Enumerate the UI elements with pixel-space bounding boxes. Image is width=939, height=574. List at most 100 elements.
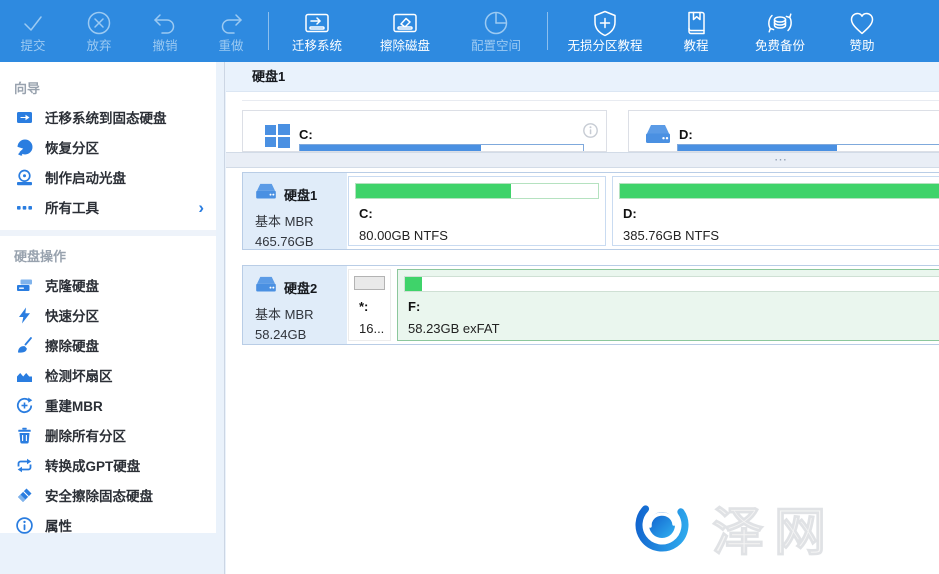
migrate-disk-icon: [302, 7, 332, 39]
watermark-text: 泽网: [712, 490, 836, 565]
sidebar-section-wizards: 向导 迁移系统到固态硬盘 恢复分区 制作启动光盘 所有工具 ›: [0, 62, 216, 222]
heart-icon: [847, 7, 877, 39]
usage-bar-fill: [678, 145, 837, 152]
sidebar-section-title: 硬盘操作: [0, 244, 216, 270]
partition-usage-fill: [620, 184, 939, 198]
sidebar-item-label: 制作启动光盘: [45, 167, 126, 187]
discard-button[interactable]: 放弃: [66, 0, 132, 62]
toolbar-separator: [547, 12, 548, 50]
shield-plus-icon: [590, 7, 620, 39]
cancel-icon: [84, 7, 114, 39]
delete-partitions-icon: [16, 427, 33, 444]
sidebar-item-clone-disk[interactable]: 克隆硬盘: [0, 270, 216, 300]
sidebar-item-convert-gpt[interactable]: 转换成GPT硬盘: [0, 450, 216, 480]
sidebar-item-wipe-hdd[interactable]: 擦除硬盘: [0, 330, 216, 360]
partition-label: C:: [359, 206, 373, 221]
toolbar-separator: [268, 12, 269, 50]
usage-bar: [299, 144, 584, 152]
sidebar-item-properties[interactable]: 属性: [0, 510, 216, 540]
disk-type: 基本 MBR: [255, 211, 347, 230]
migrate-os-icon: [16, 109, 33, 126]
discard-label: 放弃: [86, 39, 111, 54]
sidebar-item-label: 克隆硬盘: [45, 275, 99, 295]
partition-d[interactable]: D: 385.76GB NTFS: [612, 176, 939, 246]
sidebar-item-rebuild-mbr[interactable]: 重建MBR: [0, 390, 216, 420]
sidebar-item-label: 所有工具: [45, 197, 99, 217]
sidebar-item-delete-all-partitions[interactable]: 删除所有分区: [0, 420, 216, 450]
submit-button[interactable]: 提交: [0, 0, 66, 62]
donate-button[interactable]: 赞助: [826, 0, 898, 62]
sidebar-item-label: 重建MBR: [45, 395, 103, 415]
free-backup-button[interactable]: 免费备份: [734, 0, 826, 62]
disk-name: 硬盘2: [284, 278, 317, 297]
sidebar-item-migrate-os[interactable]: 迁移系统到固态硬盘: [0, 102, 216, 132]
windows-logo-icon: [265, 124, 291, 152]
sidebar-item-label: 删除所有分区: [45, 425, 126, 445]
sidebar-item-quick-partition[interactable]: 快速分区: [0, 300, 216, 330]
disk1-header[interactable]: 硬盘1 基本 MBR 465.76GB: [243, 173, 347, 249]
partition-usage-bar: [619, 183, 939, 199]
disk-name: 硬盘1: [284, 185, 317, 204]
overview-drive-label: C:: [299, 127, 313, 142]
check-icon: [18, 7, 48, 39]
partition-usage-fill: [356, 184, 511, 198]
partition-c[interactable]: C: 80.00GB NTFS: [348, 176, 606, 246]
overview-card-d[interactable]: D:: [628, 110, 939, 152]
sidebar-item-label: 属性: [45, 515, 72, 535]
overview-card-c[interactable]: C:: [242, 110, 607, 152]
disk2-header[interactable]: 硬盘2 基本 MBR 58.24GB: [243, 266, 347, 344]
splitter-handle[interactable]: ⋯: [226, 152, 939, 168]
splitter-dots: ⋯: [774, 153, 788, 166]
sidebar-section-title: 向导: [0, 76, 216, 102]
info-icon[interactable]: [583, 123, 598, 138]
sidebar-item-label: 擦除硬盘: [45, 335, 99, 355]
sidebar-item-surface-test[interactable]: 检测坏扇区: [0, 360, 216, 390]
partition-unallocated[interactable]: *: 16...: [348, 269, 391, 341]
sidebar-item-label: 恢复分区: [45, 137, 99, 157]
wipe-disk-button[interactable]: 擦除磁盘: [361, 0, 449, 62]
disk-size: 58.24GB: [255, 327, 347, 342]
sidebar-item-label: 安全擦除固态硬盘: [45, 485, 153, 505]
partition-info: 385.76GB NTFS: [623, 228, 719, 243]
redo-icon: [216, 7, 246, 39]
sidebar-item-bootable-media[interactable]: 制作启动光盘: [0, 162, 216, 192]
watermark: 泽网: [628, 490, 836, 565]
sidebar-item-recover-partition[interactable]: 恢复分区: [0, 132, 216, 162]
migrate-system-button[interactable]: 迁移系统: [273, 0, 361, 62]
partition-assistant-window: { "toolbar": { "items": [ { "label": "提交…: [0, 0, 939, 574]
usage-bar: [677, 144, 939, 152]
tutorial-button[interactable]: 教程: [658, 0, 734, 62]
undo-icon: [150, 7, 180, 39]
disk-icon: [255, 276, 277, 299]
undo-button[interactable]: 撤销: [132, 0, 198, 62]
partition-label: D:: [623, 206, 637, 221]
tutorial-label: 教程: [683, 39, 708, 54]
free-backup-label: 免费备份: [755, 39, 805, 54]
undo-label: 撤销: [152, 39, 177, 54]
migrate-system-label: 迁移系统: [292, 39, 342, 54]
redo-label: 重做: [218, 39, 243, 54]
wipe-hdd-icon: [16, 337, 33, 354]
donate-label: 赞助: [849, 39, 874, 54]
redo-button[interactable]: 重做: [198, 0, 264, 62]
sidebar: 向导 迁移系统到固态硬盘 恢复分区 制作启动光盘 所有工具 ›: [0, 62, 216, 533]
backup-icon: [765, 7, 795, 39]
partition-f-selected[interactable]: F: 58.23GB exFAT: [397, 269, 939, 341]
sidebar-item-all-tools[interactable]: 所有工具 ›: [0, 192, 216, 222]
lossless-tutorial-button[interactable]: 无损分区教程: [552, 0, 658, 62]
bootable-media-icon: [16, 169, 33, 186]
wipe-disk-label: 擦除磁盘: [380, 39, 430, 54]
disk-icon: [255, 183, 277, 206]
sidebar-item-label: 转换成GPT硬盘: [45, 455, 140, 475]
sidebar-section-disk-operations: 硬盘操作 克隆硬盘 快速分区 擦除硬盘 检测坏扇区: [0, 236, 216, 540]
allocate-space-button[interactable]: 配置空间: [449, 0, 543, 62]
watermark-logo-icon: [628, 492, 696, 563]
clone-disk-icon: [16, 277, 33, 294]
book-icon: [681, 7, 711, 39]
sidebar-item-label: 迁移系统到固态硬盘: [45, 107, 167, 127]
sidebar-item-secure-erase-ssd[interactable]: 安全擦除固态硬盘: [0, 480, 216, 510]
surface-test-icon: [16, 367, 33, 384]
all-tools-icon: [16, 199, 33, 216]
tab-disk1[interactable]: 硬盘1: [226, 62, 285, 92]
chevron-right-icon: ›: [198, 199, 204, 216]
